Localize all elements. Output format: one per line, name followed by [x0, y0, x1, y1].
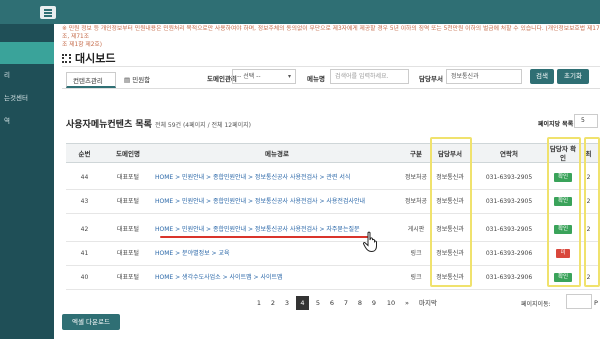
- cell-type: 정보처공: [404, 198, 428, 205]
- page-rows-label: 페이지당 목록: [538, 121, 574, 128]
- cell-phone: 031-6393-2906: [485, 250, 533, 257]
- page-7[interactable]: 7: [340, 296, 352, 310]
- list-title: 사용자메뉴컨텐츠 목록 전체 59건 (4페이지 / 전체 12페이지): [66, 117, 251, 130]
- cell-type: 링크: [410, 274, 422, 281]
- privacy-notice: ※ 민원 정보 등 개인정보부터 민원내용은 민원처리 목적으로만 사용하여야 …: [62, 25, 600, 49]
- menu-search-input[interactable]: 검색어를 입력하세요.: [330, 69, 409, 84]
- dept-label: 담당부서: [419, 75, 443, 83]
- cell-domain: 대표포털: [116, 198, 140, 205]
- chevron-down-icon: ▾: [287, 73, 291, 80]
- table-header: 순번 도메인명 메뉴경로 구분 담당부서 연락처 담당자 확인 최: [66, 143, 600, 163]
- sidebar-item-2[interactable]: 는것센터: [0, 87, 54, 109]
- cell-domain: 대표포털: [116, 250, 140, 257]
- page-1[interactable]: 1: [253, 296, 265, 310]
- tab-complaints[interactable]: ▤ 민원함: [118, 72, 164, 88]
- cell-path-link[interactable]: HOME > 생각수도사업소 > 사이트맵 > 사이트맵: [153, 266, 401, 290]
- page-jump-label: 페이지이동:: [521, 301, 551, 308]
- cell-phone: 031-6393-2906: [485, 274, 533, 281]
- col-path: 메뉴경로: [265, 150, 289, 158]
- cell-no: 41: [80, 250, 89, 257]
- confirm-column-highlight: [547, 137, 581, 287]
- tab-divider: [62, 88, 600, 89]
- page-9[interactable]: 9: [368, 296, 380, 310]
- list-title-text: 사용자메뉴컨텐츠 목록: [66, 120, 152, 130]
- sidebar: 리 는것센터 역: [0, 24, 54, 339]
- cell-domain: 대표포털: [116, 174, 140, 181]
- page-rows-select[interactable]: 5: [574, 114, 598, 128]
- page-3[interactable]: 3: [281, 296, 293, 310]
- cell-path-link[interactable]: HOME > 민원안내 > 종합민원안내 > 정보통신공사 사용전검사 > 관련…: [153, 166, 401, 190]
- cell-no: 43: [80, 198, 89, 205]
- table-row[interactable]: 44 대표포털 HOME > 민원안내 > 종합민원안내 > 정보통신공사 사용…: [66, 166, 600, 190]
- page-jump-input[interactable]: [566, 294, 592, 309]
- cell-type: 링크: [410, 250, 422, 257]
- sidebar-item-3[interactable]: 역: [0, 110, 54, 132]
- menu-name-label: 메뉴명: [307, 75, 325, 83]
- page-10[interactable]: 10: [383, 296, 399, 310]
- doc-icon: ▤: [124, 76, 133, 84]
- division-select[interactable]: -- 선택 -- ▾: [232, 69, 296, 84]
- table-row[interactable]: 41 대표포털 HOME > 분야별정보 > 교육 링크 정보통신과 031-6…: [66, 242, 600, 266]
- last-page-button[interactable]: 마지막: [415, 296, 441, 310]
- privacy-notice-line2: 조 제1항 제2호): [62, 42, 102, 48]
- cell-type: 게시판: [407, 226, 425, 233]
- cell-phone: 031-6393-2905: [485, 174, 533, 181]
- col-type: 구분: [410, 150, 422, 158]
- page-8[interactable]: 8: [354, 296, 366, 310]
- col-no: 순번: [78, 150, 91, 158]
- tab-label: 컨텐츠관리: [73, 77, 103, 85]
- page-6[interactable]: 6: [326, 296, 338, 310]
- dashboard-icon: [62, 54, 71, 63]
- title-divider: [62, 66, 600, 67]
- sidebar-item-active[interactable]: [0, 42, 54, 64]
- cell-type: 정보처공: [404, 174, 428, 181]
- col-domain: 도메인명: [116, 150, 140, 158]
- cell-phone: 031-6393-2905: [485, 198, 533, 205]
- tab-label: 민원함: [132, 76, 151, 84]
- col-phone: 연락처: [500, 150, 518, 158]
- cell-no: 40: [80, 274, 89, 281]
- page-5[interactable]: 5: [312, 296, 324, 310]
- cell-domain: 대표포털: [116, 274, 140, 281]
- hamburger-menu-icon[interactable]: [40, 6, 56, 19]
- page-current[interactable]: 4: [296, 296, 309, 310]
- cell-no: 44: [80, 174, 89, 181]
- reset-button[interactable]: 초기화: [557, 69, 589, 84]
- page-title: 대시보드: [62, 50, 115, 66]
- dept-column-highlight: [430, 137, 472, 287]
- cell-no: 42: [80, 226, 89, 233]
- next-page-button[interactable]: »: [401, 296, 413, 310]
- tab-content-management[interactable]: 컨텐츠관리: [66, 72, 116, 88]
- table-row[interactable]: 42 대표포털 HOME > 민원안내 > 종합민원안내 > 정보통신공사 사용…: [66, 218, 600, 242]
- hand-cursor-icon: [362, 231, 377, 253]
- dept-input[interactable]: 정보통신과: [446, 69, 522, 84]
- table-row[interactable]: 40 대표포털 HOME > 생각수도사업소 > 사이트맵 > 사이트맵 링크 …: [66, 266, 600, 290]
- last-column-highlight: [584, 137, 600, 287]
- cell-phone: 031-6393-2905: [485, 226, 533, 233]
- excel-download-button[interactable]: 엑셀 다운로드: [62, 314, 120, 330]
- cell-domain: 대표포털: [116, 226, 140, 233]
- page-2[interactable]: 2: [267, 296, 279, 310]
- division-select-value: -- 선택 --: [237, 73, 261, 80]
- red-underline-annotation: [160, 236, 370, 238]
- privacy-notice-line1: ※ 민원 정보 등 개인정보부터 민원내용은 민원처리 목적으로만 사용하여야 …: [62, 26, 600, 40]
- sidebar-item-1[interactable]: 리: [0, 64, 54, 86]
- cell-path-link[interactable]: HOME > 민원안내 > 종합민원안내 > 정보통신공사 사용전검사 > 사용…: [153, 190, 401, 214]
- top-bar: [0, 0, 600, 24]
- page-jump-go[interactable]: P: [592, 296, 600, 310]
- search-button[interactable]: 검색: [530, 69, 554, 84]
- list-count: 전체 59건 (4페이지 / 전체 12페이지): [154, 122, 251, 129]
- page-title-text: 대시보드: [75, 52, 116, 65]
- table-row[interactable]: 43 대표포털 HOME > 민원안내 > 종합민원안내 > 정보통신공사 사용…: [66, 190, 600, 214]
